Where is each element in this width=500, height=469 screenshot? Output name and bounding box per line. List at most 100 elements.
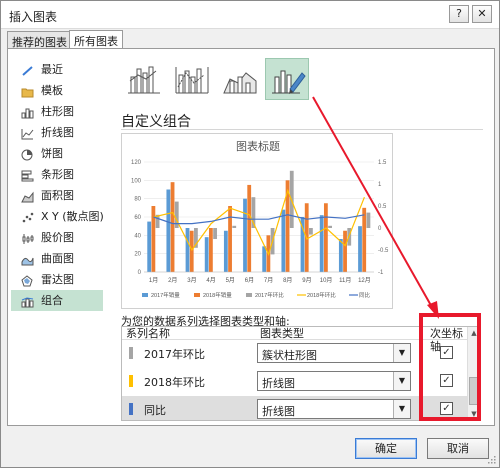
sidebar-item[interactable]: 曲面图 bbox=[11, 248, 103, 269]
resize-grip-icon[interactable] bbox=[486, 454, 496, 464]
bar bbox=[151, 206, 156, 272]
stock-chart-icon bbox=[21, 231, 34, 244]
chart-type-value: 折线图 bbox=[262, 405, 295, 418]
bar bbox=[232, 225, 237, 228]
bar bbox=[309, 228, 313, 235]
y2-tick-label: 0 bbox=[378, 226, 382, 232]
chart-title: 图表标题 bbox=[236, 139, 280, 153]
series-color-swatch bbox=[129, 403, 133, 415]
cancel-button[interactable]: 取消 bbox=[427, 438, 489, 459]
x-tick-label: 9月 bbox=[302, 277, 311, 284]
sidebar-item[interactable]: 最近 bbox=[11, 59, 103, 80]
bar bbox=[358, 226, 362, 272]
insert-chart-dialog: 插入图表 ? ✕ 推荐的图表 所有图表 最近 模板 柱形图 折线图 饼图 条形图 面积图 X … bbox=[0, 0, 500, 468]
pie-chart-icon bbox=[21, 147, 34, 161]
chart-type-value: 簇状柱形图 bbox=[262, 349, 317, 362]
series-row-2018-mom[interactable]: 2018年环比 折线图 ▼ ✓ bbox=[122, 368, 468, 394]
bar bbox=[208, 228, 213, 272]
sidebar-item[interactable]: 饼图 bbox=[11, 143, 103, 164]
bar bbox=[204, 237, 209, 272]
bar bbox=[147, 221, 152, 272]
legend-label: 2018年销量 bbox=[203, 291, 232, 299]
sidebar-item-label: 饼图 bbox=[41, 147, 63, 160]
sidebar-item[interactable]: 条形图 bbox=[11, 164, 103, 185]
sidebar-item-label: 柱形图 bbox=[41, 105, 74, 118]
sidebar-item[interactable]: 股价图 bbox=[11, 227, 103, 248]
custom-combination-icon[interactable] bbox=[265, 58, 309, 100]
bar bbox=[262, 246, 267, 272]
clustered-column-line-secondary-icon[interactable] bbox=[169, 58, 213, 100]
sidebar-item[interactable]: 折线图 bbox=[11, 122, 103, 143]
y2-tick-label: 1 bbox=[378, 182, 382, 188]
dropdown-arrow-icon[interactable]: ▼ bbox=[393, 344, 410, 362]
sidebar-item[interactable]: 柱形图 bbox=[11, 101, 103, 122]
close-button[interactable]: ✕ bbox=[472, 5, 492, 23]
sidebar-item[interactable]: 模板 bbox=[11, 80, 103, 101]
bar bbox=[213, 228, 217, 239]
chart-type-select[interactable]: 折线图 ▼ bbox=[257, 399, 411, 419]
x-tick-label: 10月 bbox=[320, 277, 333, 284]
tab-recommended-charts[interactable]: 推荐的图表 bbox=[7, 31, 72, 49]
template-folder-icon bbox=[21, 84, 34, 98]
area-chart-icon bbox=[21, 189, 34, 203]
bar bbox=[328, 225, 332, 228]
bar bbox=[281, 209, 286, 272]
ok-button[interactable]: 确定 bbox=[355, 438, 417, 459]
heading-divider bbox=[121, 129, 483, 130]
series-line bbox=[153, 214, 365, 225]
series-line bbox=[153, 188, 365, 257]
dropdown-arrow-icon[interactable]: ▼ bbox=[393, 400, 410, 418]
legend-label: 同比 bbox=[359, 291, 371, 299]
bar bbox=[166, 189, 171, 272]
series-row-2017-mom[interactable]: 2017年环比 簇状柱形图 ▼ ✓ bbox=[122, 340, 468, 366]
recent-icon bbox=[21, 63, 34, 76]
header-chart-type: 图表类型 bbox=[260, 327, 304, 340]
sidebar-item-label: 曲面图 bbox=[41, 252, 74, 265]
x-tick-label: 8月 bbox=[283, 277, 292, 284]
line-chart-icon bbox=[21, 126, 34, 140]
x-tick-label: 6月 bbox=[245, 277, 254, 284]
sidebar-item-label: X Y (散点图) bbox=[41, 210, 104, 223]
chart-preview: 图表标题 0 20 40 60 80 100 120 -1 -0.5 0 0.5 1 1.5 1月 2月 3月 4… bbox=[121, 133, 393, 309]
y2-tick-label: 1.5 bbox=[378, 160, 387, 166]
dropdown-arrow-icon[interactable]: ▼ bbox=[393, 372, 410, 390]
sidebar-item-label: 股价图 bbox=[41, 231, 74, 244]
sidebar-item[interactable]: 组合 bbox=[11, 290, 103, 311]
legend-swatch bbox=[194, 293, 200, 297]
title-bar: 插入图表 ? ✕ bbox=[1, 1, 499, 29]
bar bbox=[185, 228, 190, 272]
chart-type-select[interactable]: 折线图 ▼ bbox=[257, 371, 411, 391]
bar bbox=[362, 207, 367, 272]
sidebar-item[interactable]: 面积图 bbox=[11, 185, 103, 206]
sidebar-item[interactable]: 雷达图 bbox=[11, 269, 103, 290]
y2-tick-label: -1 bbox=[378, 270, 384, 276]
highlight-annotation-box bbox=[419, 313, 481, 421]
sidebar-item-label: 面积图 bbox=[41, 189, 74, 202]
legend-swatch bbox=[246, 293, 252, 297]
x-tick-label: 4月 bbox=[206, 277, 215, 284]
sidebar-item-label: 雷达图 bbox=[41, 273, 74, 286]
bar bbox=[243, 198, 247, 272]
chart-type-select[interactable]: 簇状柱形图 ▼ bbox=[257, 343, 411, 363]
tab-all-charts[interactable]: 所有图表 bbox=[69, 30, 123, 50]
surface-chart-icon bbox=[21, 252, 34, 266]
sidebar-item-label: 模板 bbox=[41, 84, 63, 97]
y-tick-label: 120 bbox=[131, 160, 142, 166]
bar bbox=[323, 203, 328, 272]
chart-type-value: 折线图 bbox=[262, 377, 295, 390]
bar bbox=[170, 182, 175, 272]
clustered-column-line-icon[interactable] bbox=[121, 58, 165, 100]
bar bbox=[189, 230, 194, 272]
series-table-header: 系列名称 图表类型 次坐标轴 bbox=[122, 327, 468, 353]
y-tick-label: 80 bbox=[134, 197, 141, 203]
sidebar-item[interactable]: X Y (散点图) bbox=[11, 206, 104, 227]
bar-chart-icon bbox=[21, 168, 34, 182]
help-button[interactable]: ? bbox=[449, 5, 469, 23]
series-row-yoy[interactable]: 同比 折线图 ▼ ✓ bbox=[122, 396, 468, 420]
bar bbox=[247, 184, 252, 272]
series-name: 2018年环比 bbox=[144, 376, 205, 389]
y2-tick-label: 0.5 bbox=[378, 204, 387, 210]
stacked-area-column-icon[interactable] bbox=[217, 58, 261, 100]
x-tick-label: 2月 bbox=[168, 277, 177, 284]
y-tick-label: 100 bbox=[131, 178, 142, 184]
